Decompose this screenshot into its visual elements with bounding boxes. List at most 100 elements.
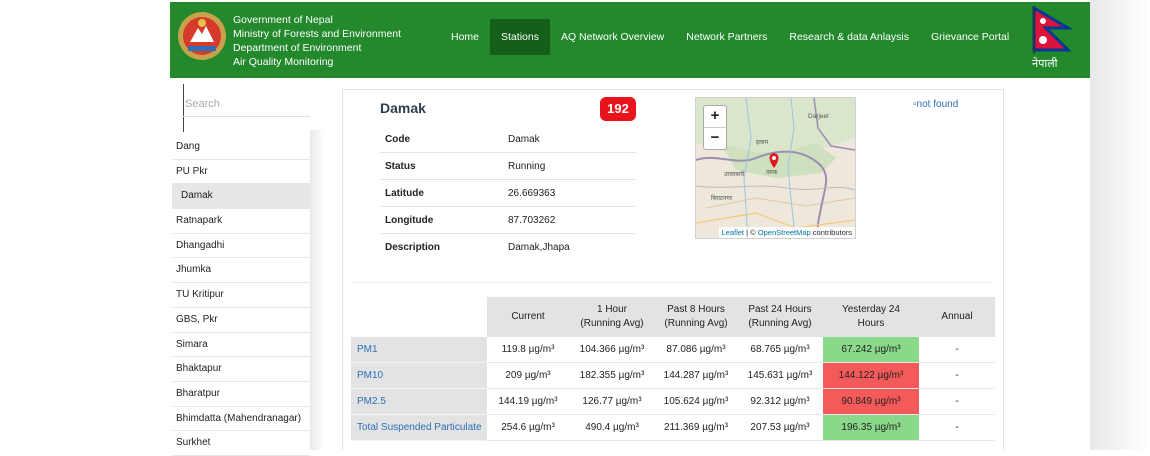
language-toggle[interactable]: नेपाली <box>1032 56 1058 71</box>
table-cell: 104.366 µg/m³ <box>569 337 655 363</box>
station-detail-card: Damak 192 Code Damak Status Running Lati… <box>342 89 1004 450</box>
column-header <box>351 297 487 337</box>
table-cell: 87.086 µg/m³ <box>655 337 737 363</box>
station-list-item[interactable]: Dang <box>172 135 310 160</box>
pollutant-table: Current 1 Hour (Running Avg) Past 8 Hour… <box>351 297 995 441</box>
table-cell: - <box>919 388 995 415</box>
table-cell: 182.355 µg/m³ <box>569 362 655 389</box>
station-list-item[interactable]: Simara <box>172 333 310 358</box>
zoom-in-button[interactable]: + <box>704 106 726 128</box>
station-list-item[interactable]: TU Kritipur <box>172 283 310 308</box>
table-cell: - <box>919 362 995 389</box>
station-list-item[interactable]: Ratnapark <box>172 209 310 234</box>
info-row: Code Damak <box>380 126 636 153</box>
table-cell: 144.19 µg/m³ <box>487 388 569 415</box>
station-list-item[interactable]: GBS, Pkr <box>172 308 310 333</box>
table-cell: 145.631 µg/m³ <box>737 362 823 389</box>
pollutant-name[interactable]: PM1 <box>351 337 487 363</box>
leaflet-link[interactable]: Leaflet <box>722 228 745 237</box>
station-list: Dang PU Pkr Damak Ratnapark Dhangadhi Jh… <box>172 135 310 456</box>
info-value: 87.703262 <box>508 215 556 226</box>
openstreetmap-link[interactable]: OpenStreetMap <box>758 228 811 237</box>
nepal-flag-icon[interactable] <box>1028 6 1074 54</box>
station-search-input[interactable] <box>183 92 310 117</box>
map-label: दमक <box>766 170 778 176</box>
info-value: Running <box>508 161 546 172</box>
table-cell: 119.8 µg/m³ <box>487 337 569 363</box>
info-label: Latitude <box>385 188 424 199</box>
aqi-badge: 192 <box>600 97 636 121</box>
station-list-item[interactable]: Bhimdatta (Mahendranagar) <box>172 407 310 432</box>
gov-line: Department of Environment <box>233 42 362 54</box>
station-list-item-active[interactable]: Damak <box>172 184 310 210</box>
nav-grievance-portal[interactable]: Grievance Portal <box>920 19 1020 55</box>
station-list-item[interactable]: PU Pkr <box>172 160 310 185</box>
info-label: Code <box>385 134 410 145</box>
table-row: PM10 209 µg/m³ 182.355 µg/m³ 144.287 µg/… <box>351 362 995 389</box>
main-nav: Home Stations AQ Network Overview Networ… <box>440 19 1020 55</box>
attribution-tail: contributors <box>810 228 852 237</box>
nepal-emblem-icon[interactable] <box>176 10 228 62</box>
zoom-out-button[interactable]: − <box>704 128 726 149</box>
table-cell: 144.287 µg/m³ <box>655 362 737 389</box>
pollutant-name[interactable]: Total Suspended Particulate <box>351 414 487 441</box>
pollutant-name[interactable]: PM10 <box>351 362 487 389</box>
station-list-item[interactable]: Bharatpur <box>172 382 310 407</box>
info-row: Description Damak,Jhapa <box>380 234 636 260</box>
map-label: Darjeel <box>808 113 829 120</box>
column-header: Yesterday 24 Hours <box>823 297 919 337</box>
nav-stations[interactable]: Stations <box>490 19 550 55</box>
station-map[interactable]: Darjeel इलाम दमक उरलाबारी बिराटनगर + − L… <box>695 97 856 239</box>
info-value: 26.669363 <box>508 188 556 199</box>
table-cell: 254.6 µg/m³ <box>487 414 569 441</box>
map-zoom-control: + − <box>703 105 727 150</box>
info-row: Longitude 87.703262 <box>380 207 636 234</box>
station-list-item[interactable]: Bhaktapur <box>172 357 310 382</box>
nav-home[interactable]: Home <box>440 19 490 55</box>
table-header-row: Current 1 Hour (Running Avg) Past 8 Hour… <box>351 297 995 337</box>
station-info-table: Code Damak Status Running Latitude 26.66… <box>380 126 636 260</box>
map-attribution: Leaflet | © OpenStreetMap contributors <box>718 227 855 238</box>
column-header: Annual <box>919 297 995 337</box>
table-row: Total Suspended Particulate 254.6 µg/m³ … <box>351 414 995 441</box>
table-cell: 209 µg/m³ <box>487 362 569 389</box>
info-value: Damak,Jhapa <box>508 242 570 253</box>
broken-image: ▫not found <box>913 99 959 110</box>
pollutant-name[interactable]: PM2.5 <box>351 388 487 415</box>
station-list-item[interactable]: Jhumka <box>172 258 310 284</box>
table-cell: 105.624 µg/m³ <box>655 388 737 415</box>
section-divider <box>351 282 994 283</box>
column-header: 1 Hour (Running Avg) <box>569 297 655 337</box>
table-cell: 211.369 µg/m³ <box>655 414 737 441</box>
gov-line: Ministry of Forests and Environment <box>233 28 402 40</box>
gov-line: Government of Nepal <box>233 14 333 26</box>
info-label: Description <box>385 242 441 253</box>
info-row: Status Running <box>380 153 636 180</box>
map-label: बिराटनगर <box>711 194 733 202</box>
table-cell-good: 196.35 µg/m³ <box>823 414 919 441</box>
info-row: Latitude 26.669363 <box>380 180 636 207</box>
nav-network-partners[interactable]: Network Partners <box>675 19 778 55</box>
station-list-item[interactable]: Surkhet <box>172 431 310 456</box>
table-cell: 92.312 µg/m³ <box>737 388 823 415</box>
nav-aq-network-overview[interactable]: AQ Network Overview <box>550 19 675 55</box>
table-cell: 126.77 µg/m³ <box>569 388 655 415</box>
column-header: Past 24 Hours (Running Avg) <box>737 297 823 337</box>
info-value: Damak <box>508 134 540 145</box>
table-cell: - <box>919 337 995 363</box>
station-list-item[interactable]: Dhangadhi <box>172 234 310 259</box>
map-label: उरलाबारी <box>724 170 745 178</box>
table-cell: 68.765 µg/m³ <box>737 337 823 363</box>
nav-research-data-analysis[interactable]: Research & data Anlaysis <box>778 19 920 55</box>
column-header: Past 8 Hours (Running Avg) <box>655 297 737 337</box>
page-edge-shadow <box>1090 0 1150 450</box>
government-title[interactable]: Government of Nepal Ministry of Forests … <box>233 13 401 69</box>
table-cell: 207.53 µg/m³ <box>737 414 823 441</box>
sidebar-shadow <box>310 130 325 450</box>
table-row: PM1 119.8 µg/m³ 104.366 µg/m³ 87.086 µg/… <box>351 337 995 363</box>
info-label: Status <box>385 161 416 172</box>
table-cell-bad: 90.849 µg/m³ <box>823 388 919 415</box>
site-header: Government of Nepal Ministry of Forests … <box>170 2 1090 78</box>
station-title: Damak <box>380 100 426 116</box>
image-alt-text: not found <box>916 99 959 110</box>
